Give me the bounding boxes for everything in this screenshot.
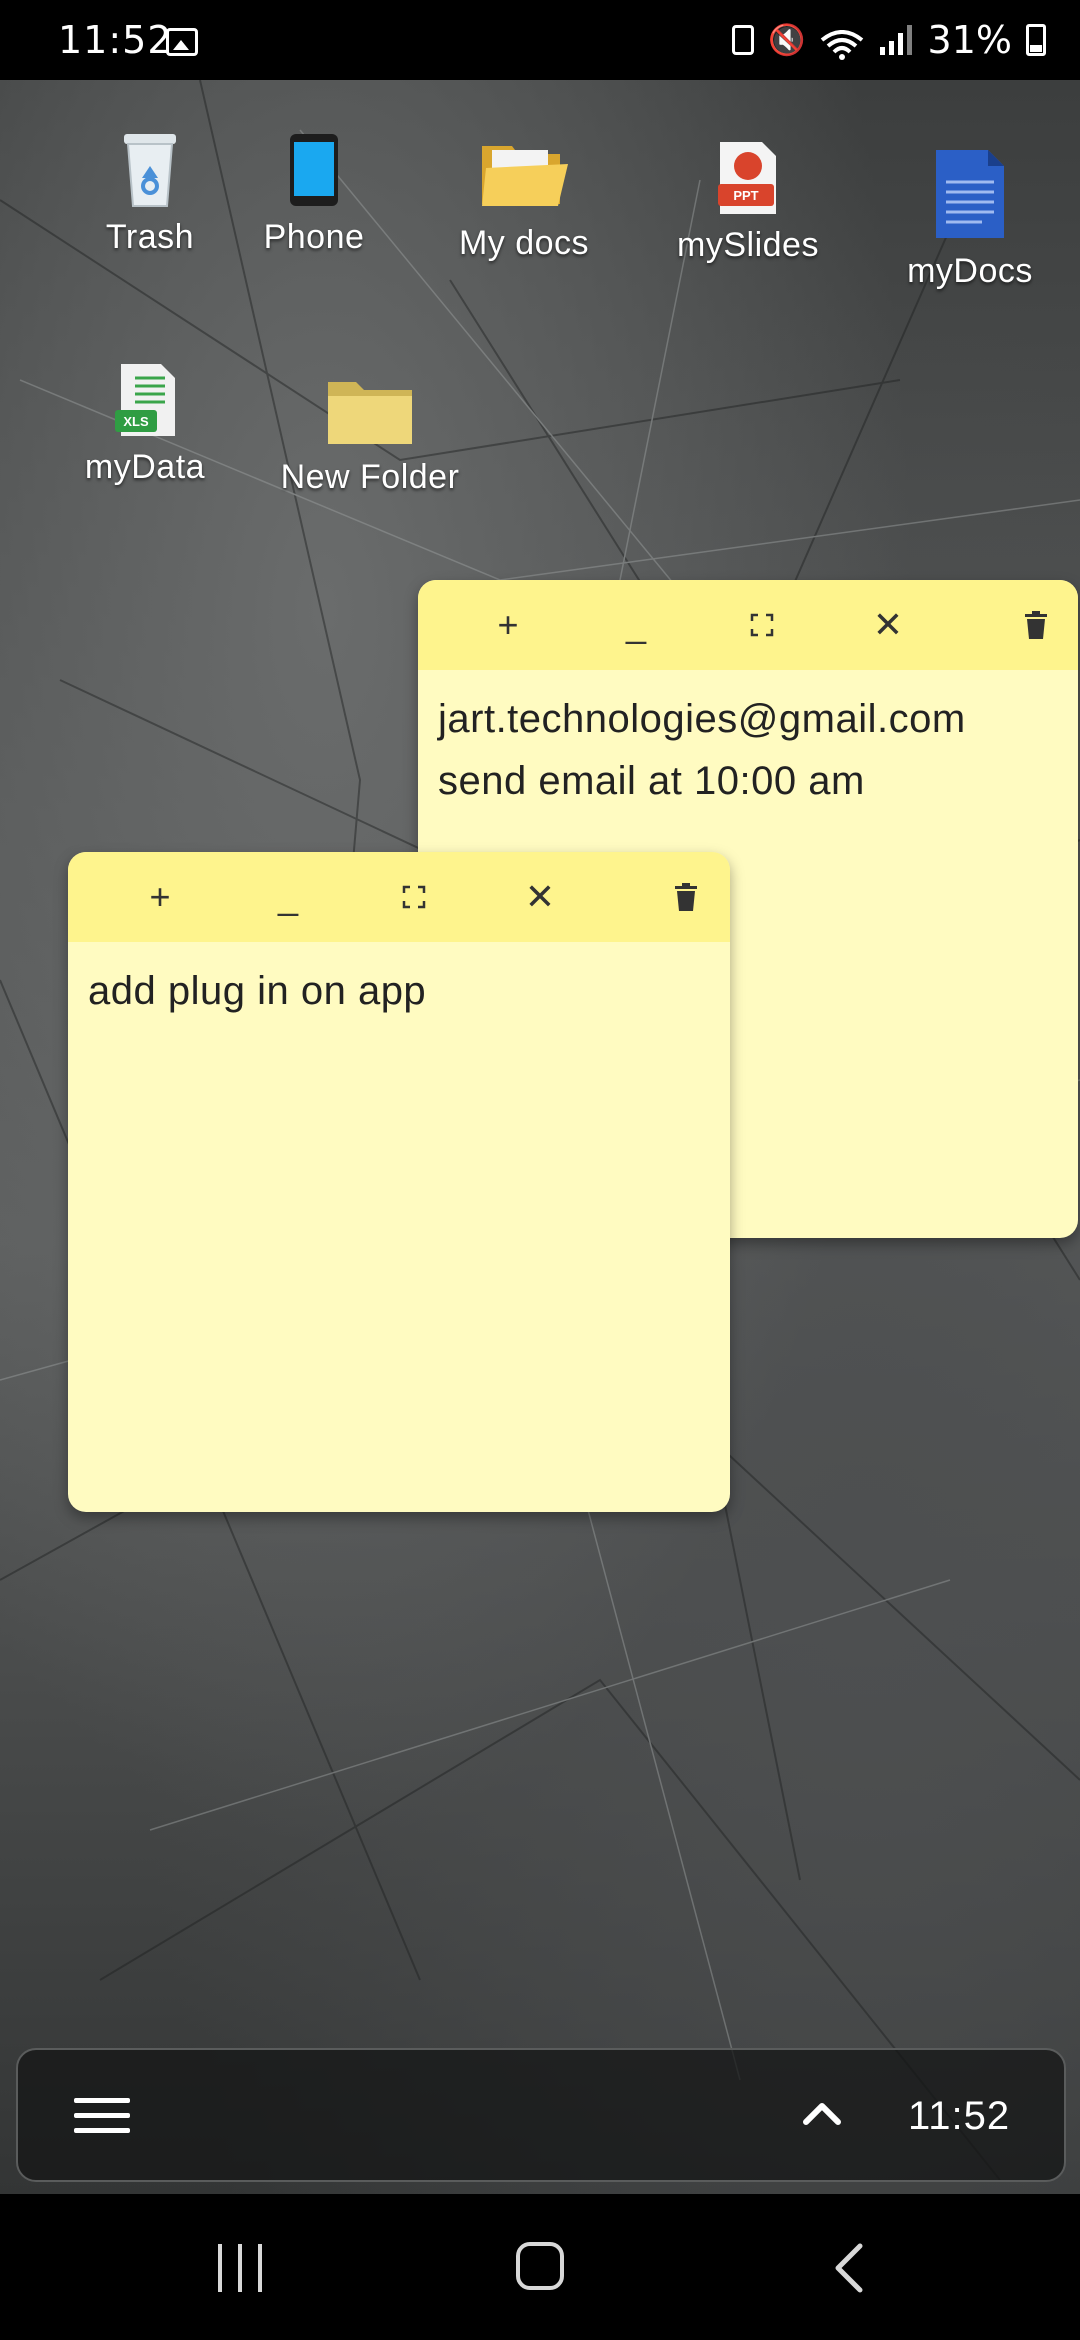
open-folder-icon bbox=[478, 134, 570, 214]
desktop-icon-label: New Folder bbox=[280, 458, 460, 496]
desktop-icon-mydata[interactable]: XLS myData bbox=[70, 362, 220, 487]
back-button[interactable] bbox=[826, 2242, 874, 2294]
clipboard-icon bbox=[732, 25, 755, 55]
sticky-note[interactable]: + _ ✕ add plug in on app bbox=[68, 852, 730, 1512]
status-time: 11:52 bbox=[58, 18, 173, 62]
trash-icon bbox=[1025, 611, 1047, 639]
minimize-note-button[interactable]: _ bbox=[258, 852, 318, 942]
desktop-icon-myslides[interactable]: PPT mySlides bbox=[668, 140, 828, 265]
desktop-icon-my-docs[interactable]: My docs bbox=[444, 134, 604, 263]
desktop-icon-phone[interactable]: Phone bbox=[254, 132, 374, 257]
desktop-icon-label: myData bbox=[84, 448, 206, 486]
trash-icon bbox=[675, 883, 697, 911]
wifi-icon bbox=[820, 25, 864, 60]
chevron-up-icon[interactable] bbox=[798, 2090, 846, 2138]
add-note-button[interactable]: + bbox=[478, 580, 538, 670]
note-toolbar: + _ ✕ bbox=[418, 580, 1078, 670]
home-button[interactable] bbox=[516, 2242, 564, 2290]
close-note-button[interactable]: ✕ bbox=[510, 852, 570, 942]
add-note-button[interactable]: + bbox=[130, 852, 190, 942]
minimize-note-button[interactable]: _ bbox=[606, 580, 666, 670]
mute-icon: 🔇 bbox=[768, 22, 806, 58]
gallery-icon bbox=[166, 28, 198, 56]
desktop-icon-label: My docs bbox=[458, 224, 590, 262]
taskbar-clock: 11:52 bbox=[908, 2094, 1011, 2138]
taskbar: 11:52 bbox=[16, 2048, 1066, 2182]
desktop-icon-label: mySlides bbox=[677, 226, 819, 264]
phone-icon bbox=[288, 132, 340, 208]
desktop[interactable]: Trash Phone My docs PPT mySlides myDocs … bbox=[0, 80, 1080, 2194]
desktop-icon-new-folder[interactable]: New Folder bbox=[270, 374, 470, 497]
delete-note-button[interactable] bbox=[1006, 580, 1066, 670]
close-note-button[interactable]: ✕ bbox=[858, 580, 918, 670]
fullscreen-icon bbox=[402, 885, 426, 909]
note-content[interactable]: add plug in on app bbox=[68, 942, 730, 1040]
word-file-icon bbox=[932, 146, 1008, 242]
desktop-icon-label: myDocs bbox=[907, 252, 1033, 290]
signal-icon bbox=[878, 25, 914, 55]
status-icons: 🔇 31% bbox=[732, 18, 1046, 62]
desktop-icon-label: Phone bbox=[263, 218, 365, 256]
note-content[interactable]: jart.technologies@gmail.com send email a… bbox=[418, 670, 1078, 830]
trash-icon bbox=[118, 128, 182, 208]
note-line: jart.technologies@gmail.com bbox=[438, 697, 966, 741]
note-line: add plug in on app bbox=[88, 969, 427, 1013]
desktop-icon-trash[interactable]: Trash bbox=[90, 128, 210, 257]
delete-note-button[interactable] bbox=[656, 852, 716, 942]
status-bar: 11:52 🔇 31% bbox=[0, 0, 1080, 80]
system-navigation-bar bbox=[0, 2194, 1080, 2340]
powerpoint-file-icon: PPT bbox=[716, 140, 780, 216]
battery-icon bbox=[1026, 24, 1046, 56]
svg-text:PPT: PPT bbox=[733, 188, 758, 203]
excel-file-icon: XLS bbox=[113, 362, 177, 438]
desktop-icon-label: Trash bbox=[105, 218, 195, 256]
maximize-note-button[interactable] bbox=[732, 580, 792, 670]
maximize-note-button[interactable] bbox=[384, 852, 444, 942]
menu-icon[interactable] bbox=[74, 2098, 130, 2134]
desktop-icon-mydocs[interactable]: myDocs bbox=[890, 146, 1050, 291]
fullscreen-icon bbox=[750, 613, 774, 637]
note-toolbar: + _ ✕ bbox=[68, 852, 730, 942]
battery-percent: 31% bbox=[927, 18, 1012, 62]
recent-apps-button[interactable] bbox=[216, 2244, 264, 2292]
folder-icon bbox=[324, 374, 416, 448]
svg-text:XLS: XLS bbox=[123, 414, 149, 429]
note-line: send email at 10:00 am bbox=[438, 759, 865, 803]
